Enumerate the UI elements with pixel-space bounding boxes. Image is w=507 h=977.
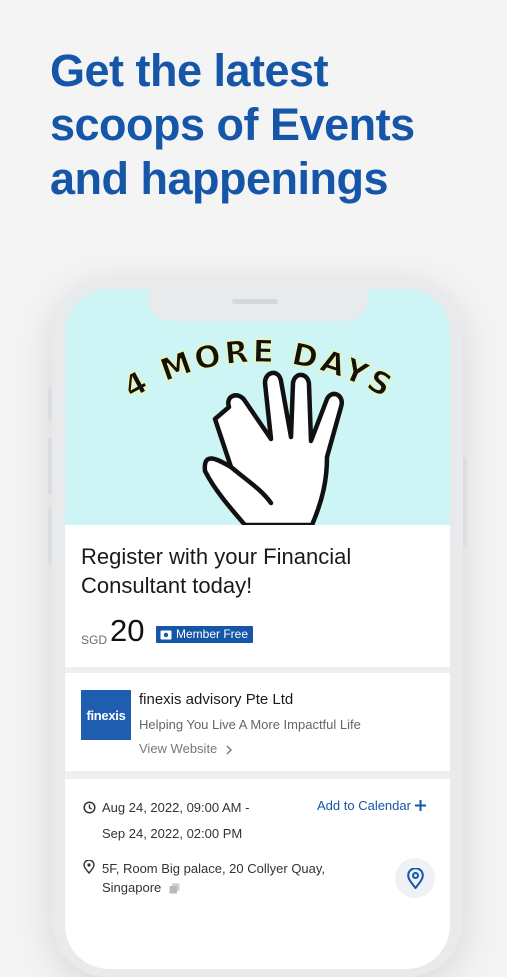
organizer-name: finexis advisory Pte Ltd xyxy=(139,691,294,708)
member-free-badge: Member Free xyxy=(156,626,254,643)
chevron-right-icon xyxy=(226,745,232,755)
event-banner[interactable]: 4 MORE DAYS xyxy=(65,289,450,528)
view-website-label: View Website xyxy=(139,741,218,756)
add-to-calendar-label: Add to Calendar xyxy=(317,798,411,813)
banner-text: 4 MORE DAYS xyxy=(118,334,401,406)
price-currency: SGD xyxy=(81,633,108,647)
add-to-calendar-button[interactable]: Add to Calendar xyxy=(317,798,427,813)
location-pin-icon xyxy=(83,860,95,874)
event-end-datetime: Sep 24, 2022, 02:00 PM xyxy=(102,826,243,841)
event-details-card: Aug 24, 2022, 09:00 AM - Sep 24, 2022, 0… xyxy=(65,779,450,969)
plus-icon xyxy=(414,800,426,811)
phone-notch xyxy=(148,289,368,321)
organizer-logo-text: finexis xyxy=(86,707,126,723)
price-value: 20 xyxy=(110,613,145,648)
promo-headline: Get the latest scoops of Events and happ… xyxy=(50,45,415,204)
phone-side-button xyxy=(48,507,52,565)
clock-icon xyxy=(83,801,96,814)
phone-mockup: 4 MORE DAYS Register with your Financial… xyxy=(48,277,467,977)
member-free-label: Member Free xyxy=(176,627,249,641)
phone-speaker xyxy=(232,299,278,304)
open-map-button[interactable] xyxy=(395,858,435,898)
event-title: Register with your Financial Consultant … xyxy=(81,544,352,598)
event-start-datetime: Aug 24, 2022, 09:00 AM - xyxy=(102,800,250,815)
copy-icon[interactable] xyxy=(169,883,180,894)
address-text: 5F, Room Big palace, 20 Collyer Quay, Si… xyxy=(102,861,326,895)
phone-side-button xyxy=(48,437,52,495)
member-card-icon xyxy=(160,630,172,639)
organizer-tagline: Helping You Live A More Impactful Life xyxy=(139,717,361,732)
organizer-card: finexis finexis advisory Pte Ltd Helping… xyxy=(65,673,450,771)
banner-illustration: 4 MORE DAYS xyxy=(117,333,401,528)
view-website-link[interactable]: View Website xyxy=(139,741,234,756)
phone-side-button xyxy=(463,457,467,547)
map-pin-icon xyxy=(406,867,424,889)
four-fingers-hand-icon xyxy=(202,370,344,528)
phone-screen: 4 MORE DAYS Register with your Financial… xyxy=(65,289,450,969)
organizer-logo: finexis xyxy=(81,690,131,740)
event-address: 5F, Room Big palace, 20 Collyer Quay, Si… xyxy=(102,859,352,897)
phone-side-button xyxy=(48,387,52,421)
event-summary-card: Register with your Financial Consultant … xyxy=(65,525,450,667)
